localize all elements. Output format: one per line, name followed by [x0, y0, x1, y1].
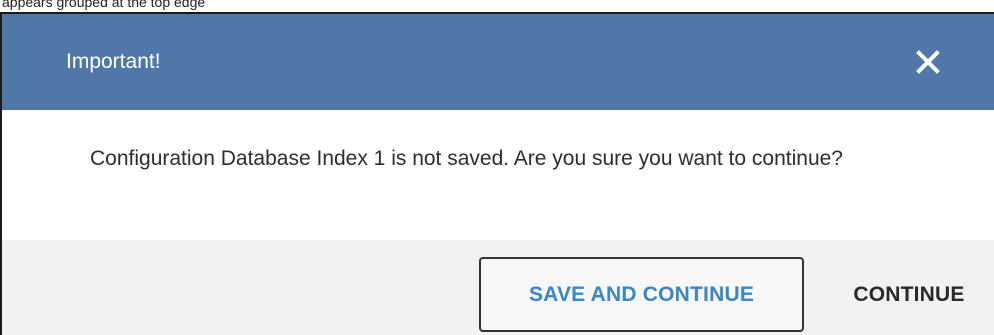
dialog-message: Configuration Database Index 1 is not sa…	[90, 147, 843, 170]
save-and-continue-button[interactable]: SAVE AND CONTINUE	[479, 257, 804, 332]
continue-button[interactable]: CONTINUE	[834, 257, 984, 332]
dialog-title: Important!	[66, 50, 161, 73]
dialog-body: Configuration Database Index 1 is not sa…	[2, 110, 994, 240]
dialog-header: Important!	[2, 14, 994, 110]
top-strip-text: appears grouped at the top edge	[2, 0, 206, 10]
dialog-footer: SAVE AND CONTINUE CONTINUE	[2, 240, 994, 335]
top-strip: appears grouped at the top edge	[0, 0, 994, 12]
close-button[interactable]	[906, 40, 950, 84]
page: appears grouped at the top edge Importan…	[0, 0, 994, 335]
close-icon	[916, 50, 940, 74]
confirmation-dialog: Important! Configuration Database Index …	[0, 12, 994, 335]
